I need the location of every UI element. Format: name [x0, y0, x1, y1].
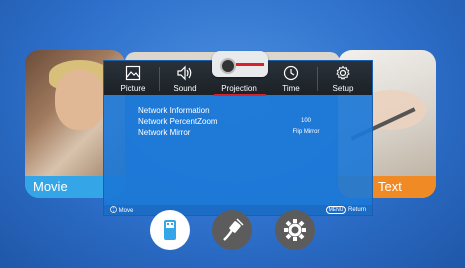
picture-icon	[125, 65, 141, 81]
tab-time[interactable]: Time	[266, 61, 316, 95]
return-hint: MENU Return	[325, 206, 366, 214]
cable-button[interactable]	[212, 210, 252, 250]
projector-icon[interactable]	[212, 51, 268, 77]
move-hint-label: Move	[118, 208, 134, 214]
setting-label: Network Information	[138, 106, 210, 115]
dpad-icon	[110, 206, 117, 213]
settings-gear-icon	[284, 219, 306, 241]
move-hint: Move	[110, 206, 133, 214]
child-face-image	[55, 70, 105, 130]
menu-key-badge: MENU	[325, 206, 347, 214]
tab-picture[interactable]: Picture	[108, 61, 158, 95]
tab-sound-label: Sound	[173, 84, 197, 93]
sound-icon	[177, 65, 192, 81]
setting-value: 100	[300, 118, 311, 124]
setting-value: Flip Mirror	[292, 129, 320, 135]
clock-icon	[283, 65, 299, 81]
settings-menu-panel: Picture Sound Projection Time Setup Netw…	[103, 51, 373, 216]
cable-icon	[223, 218, 244, 241]
projector-lens	[220, 58, 236, 74]
setting-row-network-mirror[interactable]: Network Mirror Flip Mirror	[138, 128, 320, 137]
setting-label: Network Mirror	[138, 128, 191, 137]
setting-row-network-information[interactable]: Network Information	[138, 106, 210, 115]
tab-setup[interactable]: Setup	[318, 61, 368, 95]
settings-button[interactable]	[275, 210, 315, 250]
tab-sound[interactable]: Sound	[160, 61, 210, 95]
return-hint-label: Return	[347, 207, 366, 213]
projector-stripe	[236, 63, 264, 66]
tab-projection-label: Projection	[221, 84, 257, 93]
tab-picture-label: Picture	[120, 84, 146, 93]
setting-row-network-percent-zoom[interactable]: Network PercentZoom 100	[138, 117, 311, 126]
usb-icon	[164, 220, 176, 240]
gear-icon	[336, 65, 350, 80]
setting-label: Network PercentZoom	[138, 117, 218, 126]
selected-tab-indicator	[214, 94, 266, 96]
tab-time-label: Time	[282, 84, 300, 93]
tab-setup-label: Setup	[332, 84, 354, 93]
usb-button[interactable]	[150, 210, 190, 250]
